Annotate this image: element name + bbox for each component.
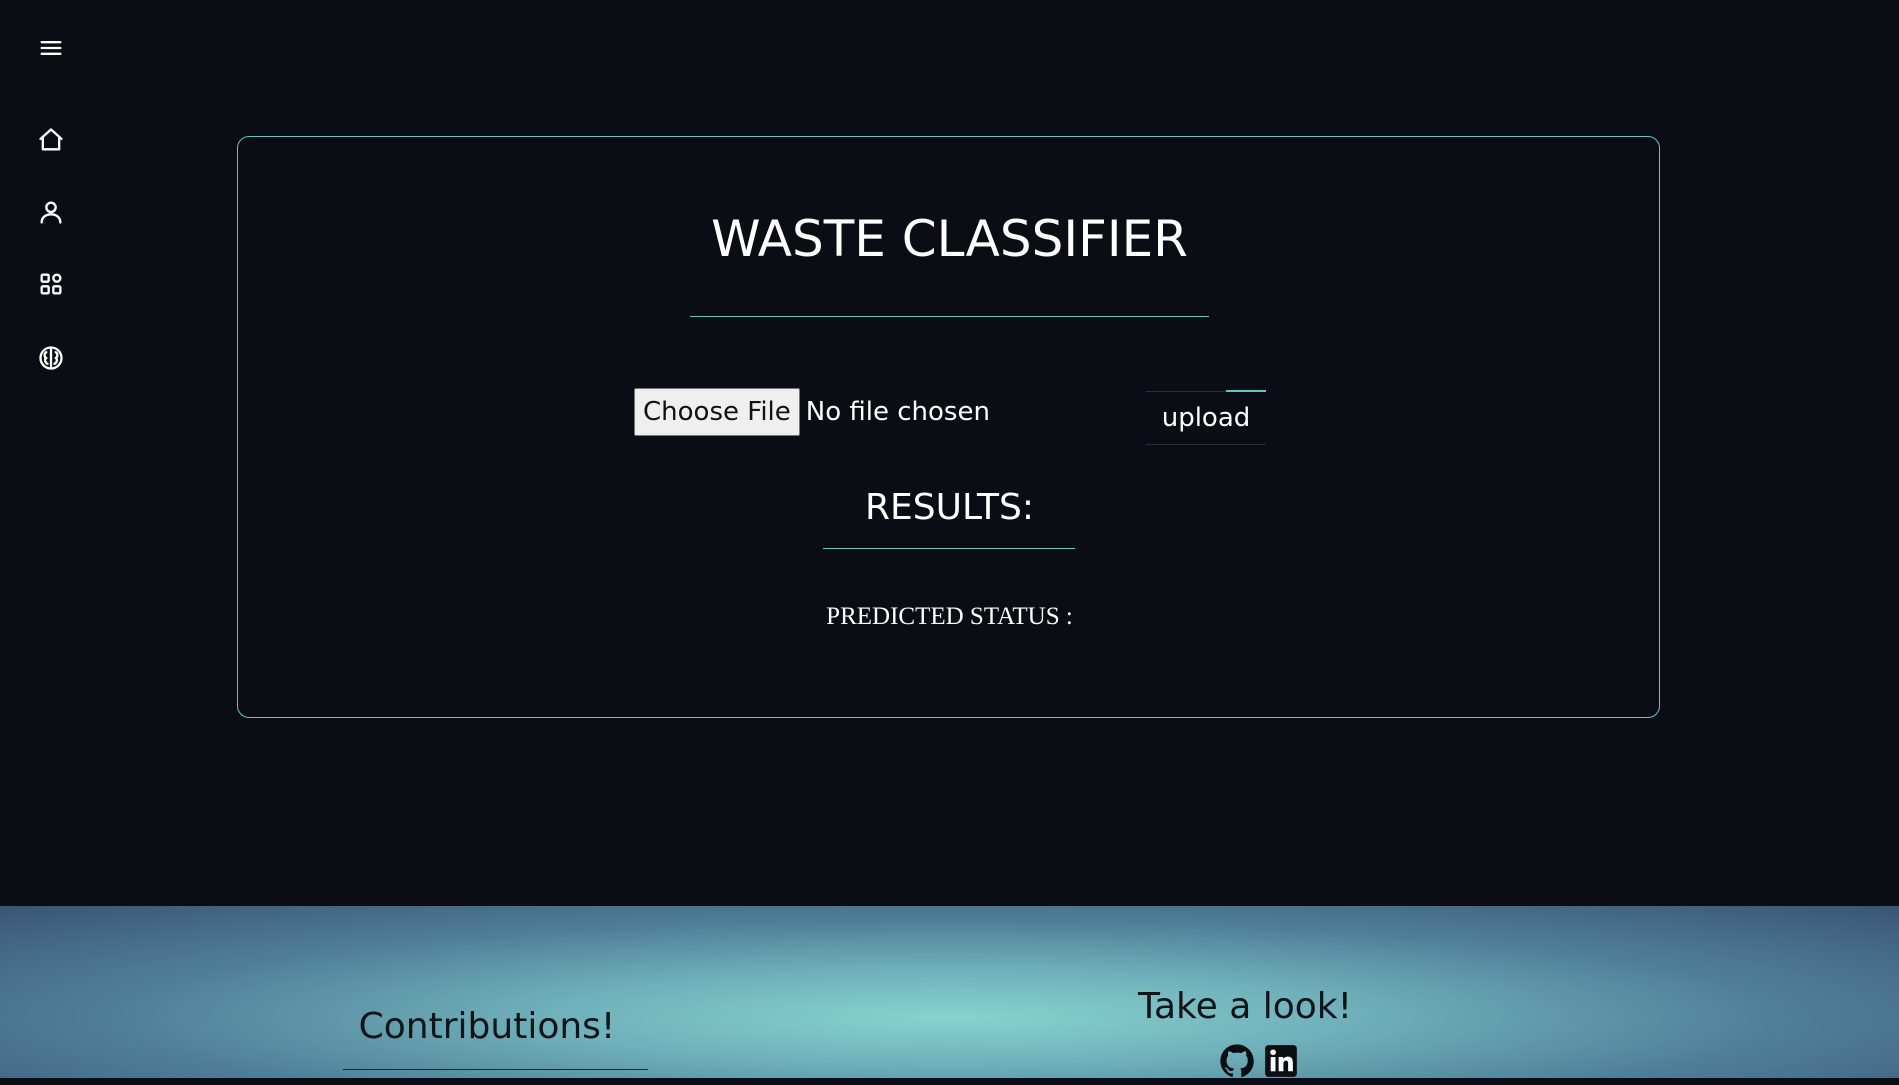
results-heading: RESULTS: bbox=[864, 487, 1035, 528]
title-divider bbox=[690, 316, 1209, 317]
brain-icon[interactable] bbox=[35, 342, 67, 374]
file-input[interactable]: Choose File No file chosen bbox=[634, 388, 990, 436]
predicted-status-label: PREDICTED STATUS : bbox=[826, 603, 1073, 630]
upload-button[interactable]: upload bbox=[1146, 391, 1266, 445]
upload-accent-line bbox=[1226, 390, 1266, 392]
results-divider bbox=[823, 548, 1075, 549]
choose-file-button[interactable]: Choose File bbox=[634, 388, 800, 436]
home-icon[interactable] bbox=[35, 124, 67, 156]
contributions-heading: Contributions! bbox=[358, 1006, 616, 1047]
linkedin-icon[interactable] bbox=[1262, 1042, 1300, 1080]
page-title: WASTE CLASSIFIER bbox=[711, 210, 1188, 268]
contributions-divider bbox=[343, 1069, 648, 1070]
file-status: No file chosen bbox=[805, 397, 990, 427]
sidebar bbox=[0, 0, 102, 906]
footer: Contributions! Take a look! bbox=[0, 906, 1899, 1078]
apps-grid-icon[interactable] bbox=[35, 268, 67, 300]
hamburger-menu-icon[interactable] bbox=[35, 32, 67, 64]
github-icon[interactable] bbox=[1218, 1042, 1256, 1080]
take-a-look-heading: Take a look! bbox=[1137, 986, 1353, 1027]
